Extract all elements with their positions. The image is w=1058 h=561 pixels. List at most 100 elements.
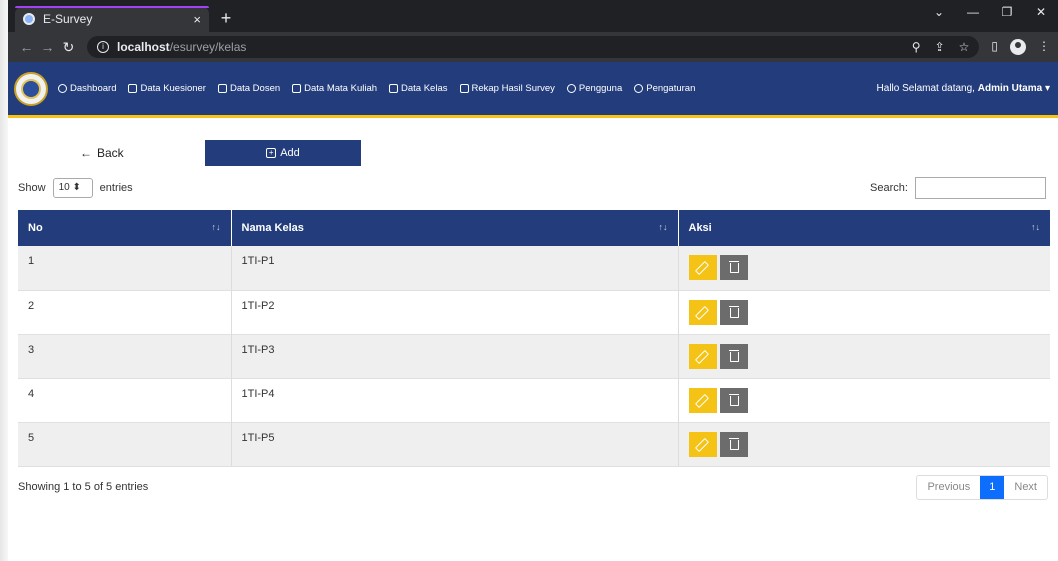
tab-close-icon[interactable]: × [193,12,201,27]
zoom-icon[interactable]: ⚲ [912,40,921,54]
document-icon [128,84,138,93]
pagination: Previous 1 Next [916,474,1048,500]
nav-pengaturan[interactable]: Pengaturan [634,83,695,94]
edit-pencil-icon[interactable] [688,431,717,457]
arrow-left-icon: ← [80,146,92,160]
frame-edge [0,0,8,561]
university-logo[interactable] [14,71,48,106]
kelas-table: No ↑↓ Nama Kelas ↑↓ Aksi ↑↓ 1 1TI-P1 2 1… [18,210,1050,467]
cell-nama-kelas: 1TI-P1 [231,246,679,290]
nav-rekap-hasil-survey[interactable]: Rekap Hasil Survey [459,83,555,94]
nav-dashboard[interactable]: Dashboard [58,83,116,94]
sort-icon: ↑↓ [211,222,221,232]
toolbar-right: ▯ ⋮ [991,39,1050,55]
user-circle-icon [566,84,576,93]
browser-window: E-Survey × + ⌄ — ❐ ✕ ← → ↻ i localhost /… [8,0,1058,561]
cell-no: 2 [18,290,232,334]
user-menu[interactable]: Hallo Selamat datang, Admin Utama ▾ [877,83,1050,94]
nav-data-kuesioner[interactable]: Data Kuesioner [128,83,206,94]
delete-trash-icon[interactable] [719,387,748,413]
cell-aksi [678,334,1050,378]
forward-nav-icon[interactable]: → [37,39,58,55]
greeting-text: Hallo Selamat datang, [876,83,975,94]
share-icon[interactable]: ⇪ [935,40,945,54]
datatable-controls: Show 10 ⬍ entries Search: [18,174,1048,202]
gear-icon [634,84,644,93]
plus-square-icon: + [266,148,277,158]
page-content: ← Back + Add Show 10 ⬍ entries Search: N… [8,118,1058,500]
app-navbar: Dashboard Data Kuesioner Data Dosen Data… [8,62,1058,118]
home-icon [389,84,399,93]
nav-data-mata-kuliah[interactable]: Data Mata Kuliah [292,83,377,94]
table-row: 3 1TI-P3 [18,334,1050,378]
side-panel-icon[interactable]: ▯ [991,39,998,55]
table-row: 1 1TI-P1 [18,246,1050,290]
delete-trash-icon[interactable] [719,299,748,325]
table-row: 5 1TI-P5 [18,422,1050,466]
datatable-footer: Showing 1 to 5 of 5 entries Previous 1 N… [18,474,1048,500]
tab-bar: E-Survey × + ⌄ — ❐ ✕ [8,0,1058,32]
column-header-aksi[interactable]: Aksi ↑↓ [678,210,1050,246]
length-control: Show 10 ⬍ entries [18,178,133,198]
back-button[interactable]: ← Back [80,146,124,160]
tab-search-icon[interactable]: ⌄ [922,5,956,19]
cell-nama-kelas: 1TI-P2 [231,290,679,334]
table-row: 4 1TI-P4 [18,378,1050,422]
search-control: Search: [870,177,1046,199]
page-1-button[interactable]: 1 [980,475,1005,499]
logo-emblem-icon [21,78,41,99]
document-icon [459,84,469,93]
previous-page-button[interactable]: Previous [917,476,980,499]
browser-tab[interactable]: E-Survey × [15,6,209,32]
close-window-button[interactable]: ✕ [1024,5,1058,19]
page-length-select[interactable]: 10 ⬍ [52,178,93,198]
document-icon [292,84,302,93]
address-bar: ← → ↻ i localhost /esurvey/kelas ⚲ ⇪ ☆ ▯… [8,32,1058,62]
favicon-icon [23,13,35,25]
kebab-menu-icon[interactable]: ⋮ [1038,39,1050,55]
url-input[interactable]: i localhost /esurvey/kelas ⚲ ⇪ ☆ [87,36,980,58]
main-menu: Dashboard Data Kuesioner Data Dosen Data… [58,83,695,94]
action-bar: ← Back + Add [18,118,1048,170]
delete-trash-icon[interactable] [719,255,748,280]
column-header-nama-kelas[interactable]: Nama Kelas ↑↓ [231,210,679,246]
cell-no: 1 [18,246,232,290]
profile-avatar-icon[interactable] [1010,39,1026,55]
delete-trash-icon[interactable] [719,343,748,369]
minimize-button[interactable]: — [956,5,990,19]
edit-pencil-icon[interactable] [688,255,717,280]
delete-trash-icon[interactable] [719,431,748,457]
cell-nama-kelas: 1TI-P4 [231,378,679,422]
users-icon [217,84,227,93]
cell-aksi [678,246,1050,290]
search-input[interactable] [915,177,1046,199]
table-header-row: No ↑↓ Nama Kelas ↑↓ Aksi ↑↓ [18,210,1050,246]
new-tab-button[interactable]: + [216,8,236,28]
maximize-button[interactable]: ❐ [990,5,1024,19]
url-path: /esurvey/kelas [169,40,247,54]
user-name: Admin Utama [977,83,1043,94]
edit-pencil-icon[interactable] [688,343,717,369]
edit-pencil-icon[interactable] [688,387,717,413]
sort-icon: ↑↓ [658,222,668,232]
tab-title: E-Survey [43,12,93,26]
cell-nama-kelas: 1TI-P3 [231,334,679,378]
cell-no: 4 [18,378,232,422]
edit-pencil-icon[interactable] [688,299,717,325]
table-row: 2 1TI-P2 [18,290,1050,334]
column-header-no[interactable]: No ↑↓ [18,210,232,246]
back-nav-icon[interactable]: ← [16,39,37,55]
site-info-icon[interactable]: i [97,41,109,53]
nav-data-kelas[interactable]: Data Kelas [389,83,448,94]
sort-icon: ↑↓ [1031,222,1040,232]
bookmark-star-icon[interactable]: ☆ [959,40,970,54]
reload-icon[interactable]: ↻ [58,39,79,56]
next-page-button[interactable]: Next [1004,476,1047,499]
cell-aksi [678,422,1050,466]
nav-pengguna[interactable]: Pengguna [566,83,622,94]
table-info: Showing 1 to 5 of 5 entries [18,481,149,493]
add-button[interactable]: + Add [205,140,361,166]
cell-aksi [678,378,1050,422]
nav-data-dosen[interactable]: Data Dosen [217,83,280,94]
cell-aksi [678,290,1050,334]
